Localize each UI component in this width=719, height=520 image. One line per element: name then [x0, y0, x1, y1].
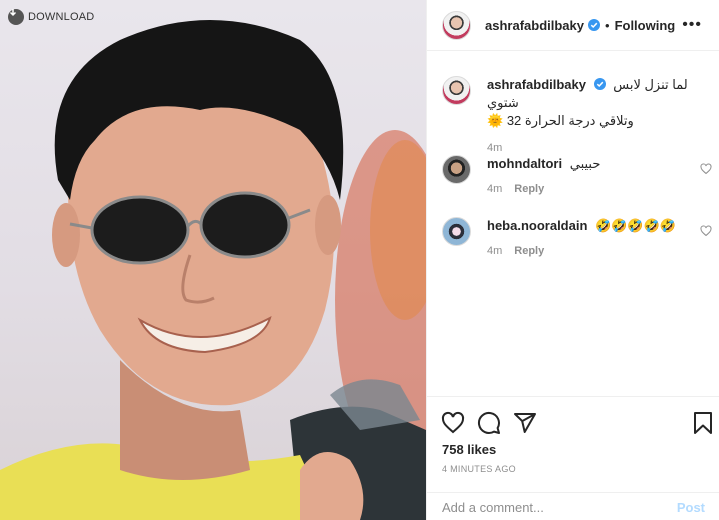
- commenter-avatar[interactable]: [442, 217, 471, 246]
- post-comment-button[interactable]: Post: [677, 500, 705, 515]
- more-options-icon[interactable]: •••: [682, 16, 702, 34]
- likes-count[interactable]: 758 likes: [442, 442, 496, 457]
- comment-text: 🤣🤣🤣🤣🤣: [595, 218, 676, 233]
- post-header: ashrafabdilbaky • Following •••: [427, 0, 719, 51]
- caption-username[interactable]: ashrafabdilbaky: [487, 77, 586, 92]
- post-caption: ashrafabdilbaky لما تنزل لابس شتوي وتلاق…: [442, 76, 712, 154]
- comment-like-heart-icon[interactable]: [700, 225, 712, 237]
- download-label: DOWNLOAD: [28, 11, 95, 23]
- reply-button[interactable]: Reply: [514, 183, 544, 195]
- post-timestamp: 4 MINUTES AGO: [442, 464, 516, 474]
- post-photo: DOWNLOAD: [0, 0, 426, 520]
- heart-icon[interactable]: [441, 411, 465, 435]
- send-icon[interactable]: [513, 411, 537, 435]
- author-username[interactable]: ashrafabdilbaky: [485, 18, 584, 33]
- caption-text-line2: وتلاقي درجة الحرارة 32 🌞: [487, 113, 634, 128]
- comment-item: mohndaltori حبيبي 4m Reply: [442, 155, 712, 195]
- commenter-username[interactable]: heba.nooraldain: [487, 218, 587, 233]
- bookmark-icon[interactable]: [691, 411, 715, 435]
- comment-text: حبيبي: [569, 156, 601, 171]
- comment-time: 4m: [487, 183, 503, 195]
- post-details-panel: ashrafabdilbaky • Following ••• ashrafab…: [426, 0, 719, 520]
- commenter-avatar[interactable]: [442, 155, 471, 184]
- following-button[interactable]: Following: [615, 18, 676, 33]
- download-button[interactable]: DOWNLOAD: [8, 8, 94, 26]
- commenter-username[interactable]: mohndaltori: [487, 156, 562, 171]
- comment-icon[interactable]: [477, 411, 501, 435]
- add-comment-input[interactable]: [442, 499, 677, 515]
- comment-like-heart-icon[interactable]: [700, 163, 712, 175]
- download-icon: [8, 9, 24, 25]
- caption-avatar[interactable]: [442, 76, 471, 105]
- verified-badge-icon: [588, 19, 600, 31]
- reply-button[interactable]: Reply: [514, 245, 544, 257]
- header-separator: •: [605, 17, 610, 33]
- photo-illustration: [0, 20, 426, 520]
- verified-badge-icon: [593, 78, 606, 90]
- caption-time: 4m: [487, 142, 503, 154]
- comment-time: 4m: [487, 245, 503, 257]
- add-comment-bar: Post: [427, 492, 719, 520]
- comment-item: heba.nooraldain 🤣🤣🤣🤣🤣 4m Reply: [442, 217, 712, 257]
- author-avatar[interactable]: [442, 10, 471, 40]
- post-actions: 758 likes 4 MINUTES AGO Post: [427, 396, 719, 520]
